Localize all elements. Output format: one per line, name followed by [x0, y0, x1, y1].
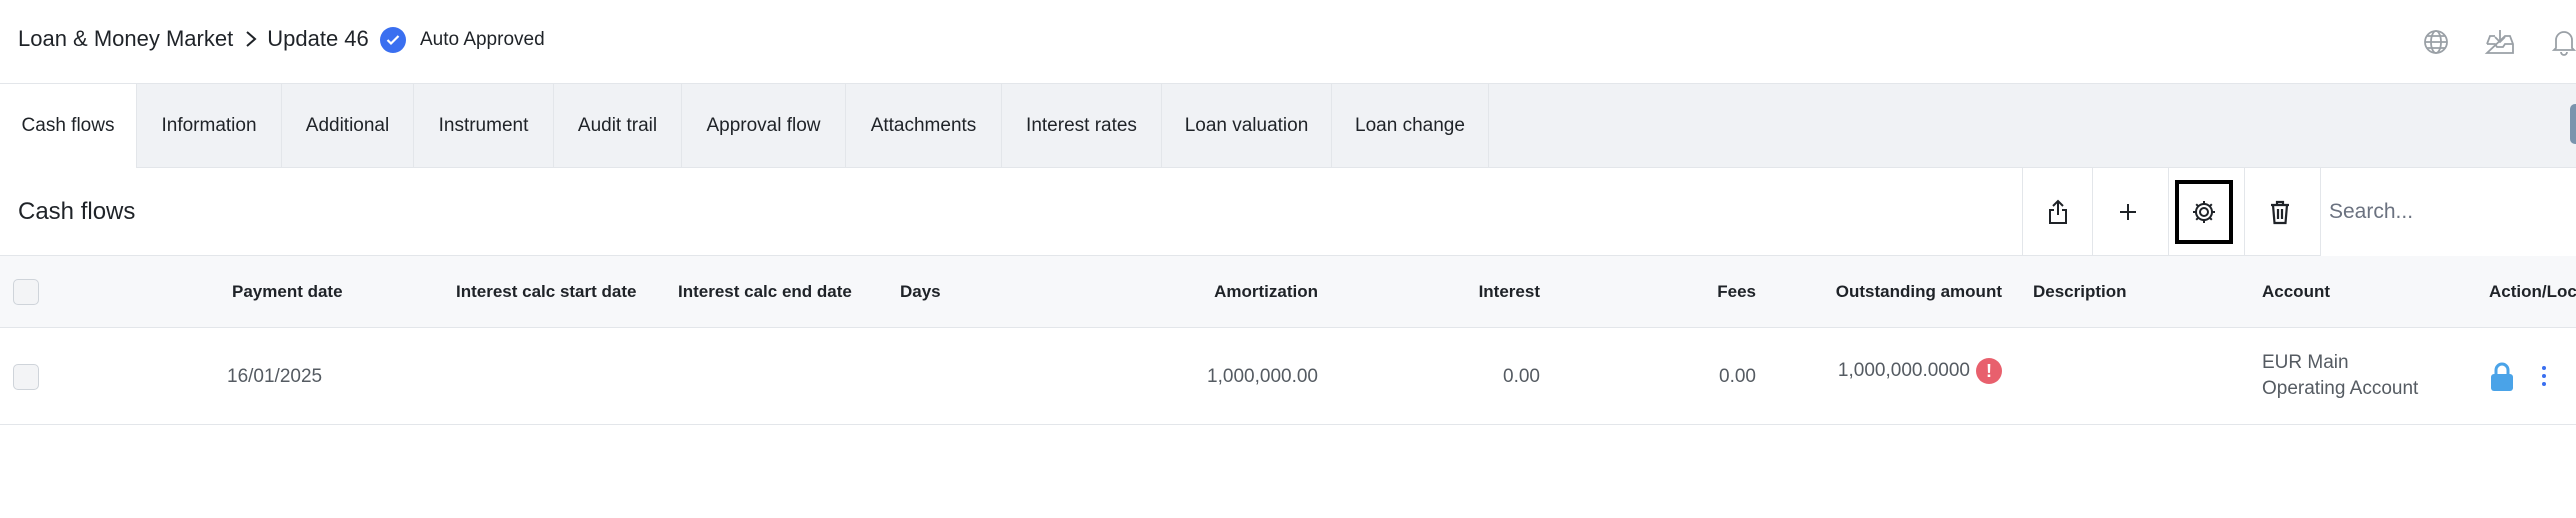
breadcrumb: Loan & Money Market Update 46	[18, 26, 369, 52]
tab-cash-flows[interactable]: Cash flows	[0, 84, 137, 168]
panel-edge-handle[interactable]	[2570, 104, 2576, 144]
trash-icon	[2270, 200, 2289, 225]
row-checkbox[interactable]	[13, 364, 39, 390]
tab-approval-flow[interactable]: Approval flow	[682, 84, 846, 168]
status-badge: Auto Approved	[380, 27, 545, 53]
focus-ring	[2174, 180, 2233, 244]
col-days[interactable]: Days	[900, 282, 941, 302]
chevron-right-icon	[245, 30, 257, 48]
gear-icon	[2192, 201, 2215, 223]
col-fees[interactable]: Fees	[1560, 282, 1756, 302]
tab-attachments[interactable]: Attachments	[846, 84, 1002, 168]
col-payment-date[interactable]: Payment date	[232, 282, 343, 302]
tab-loan-change[interactable]: Loan change	[1332, 84, 1489, 168]
cell-payment-date: 16/01/2025	[227, 366, 323, 387]
col-interest[interactable]: Interest	[1340, 282, 1540, 302]
settings-button[interactable]	[2168, 168, 2238, 256]
delete-button[interactable]	[2244, 168, 2314, 256]
tab-audit-trail[interactable]: Audit trail	[554, 84, 682, 168]
top-header: Loan & Money Market Update 46 Auto Appro…	[0, 0, 2576, 84]
row-menu-icon[interactable]	[2538, 362, 2550, 390]
cell-fees: 0.00	[1719, 366, 1756, 387]
section-toolbar: Cash flows	[0, 168, 2576, 256]
download-tray-icon[interactable]	[2482, 24, 2518, 60]
warning-icon[interactable]: !	[1976, 358, 2002, 384]
tab-additional[interactable]: Additional	[282, 84, 414, 168]
tab-interest-rates[interactable]: Interest rates	[1002, 84, 1162, 168]
table-row[interactable]: 16/01/2025 1,000,000.00 0.00 0.00 1,000,…	[0, 328, 2576, 425]
col-outstanding[interactable]: Outstanding amount	[1780, 282, 2002, 302]
breadcrumb-parent[interactable]: Loan & Money Market	[18, 26, 233, 52]
cell-outstanding: 1,000,000.0000!	[1780, 358, 2002, 384]
search-input[interactable]	[2320, 168, 2576, 256]
col-amortization[interactable]: Amortization	[1100, 282, 1318, 302]
col-account[interactable]: Account	[2262, 282, 2330, 302]
col-description[interactable]: Description	[2033, 282, 2127, 302]
col-interest-end[interactable]: Interest calc end date	[678, 282, 852, 302]
cell-account: EUR Main Operating Account	[2262, 352, 2419, 399]
cell-amortization: 1,000,000.00	[1207, 366, 1318, 387]
tab-loan-valuation[interactable]: Loan valuation	[1162, 84, 1332, 168]
cell-interest: 0.00	[1503, 366, 1540, 387]
share-icon	[2048, 199, 2067, 224]
plus-icon	[2119, 204, 2136, 220]
tab-instrument[interactable]: Instrument	[414, 84, 554, 168]
col-action[interactable]: Action/Lock	[2489, 282, 2576, 302]
bell-icon[interactable]	[2546, 24, 2576, 60]
lock-icon[interactable]	[2490, 362, 2514, 397]
col-interest-start[interactable]: Interest calc start date	[456, 282, 636, 302]
section-title: Cash flows	[18, 198, 136, 225]
select-all-checkbox[interactable]	[13, 279, 39, 305]
globe-icon[interactable]	[2418, 24, 2454, 60]
add-button[interactable]	[2092, 168, 2162, 256]
tab-bar: Cash flows Information Additional Instru…	[0, 84, 2576, 168]
status-label: Auto Approved	[420, 29, 545, 50]
tab-information[interactable]: Information	[137, 84, 282, 168]
check-circle-icon	[380, 27, 406, 53]
share-button[interactable]	[2022, 168, 2092, 256]
table-header: Payment date Interest calc start date In…	[0, 256, 2576, 328]
outstanding-amount: 1,000,000.0000	[1837, 360, 1970, 382]
breadcrumb-current: Update 46	[267, 26, 369, 51]
